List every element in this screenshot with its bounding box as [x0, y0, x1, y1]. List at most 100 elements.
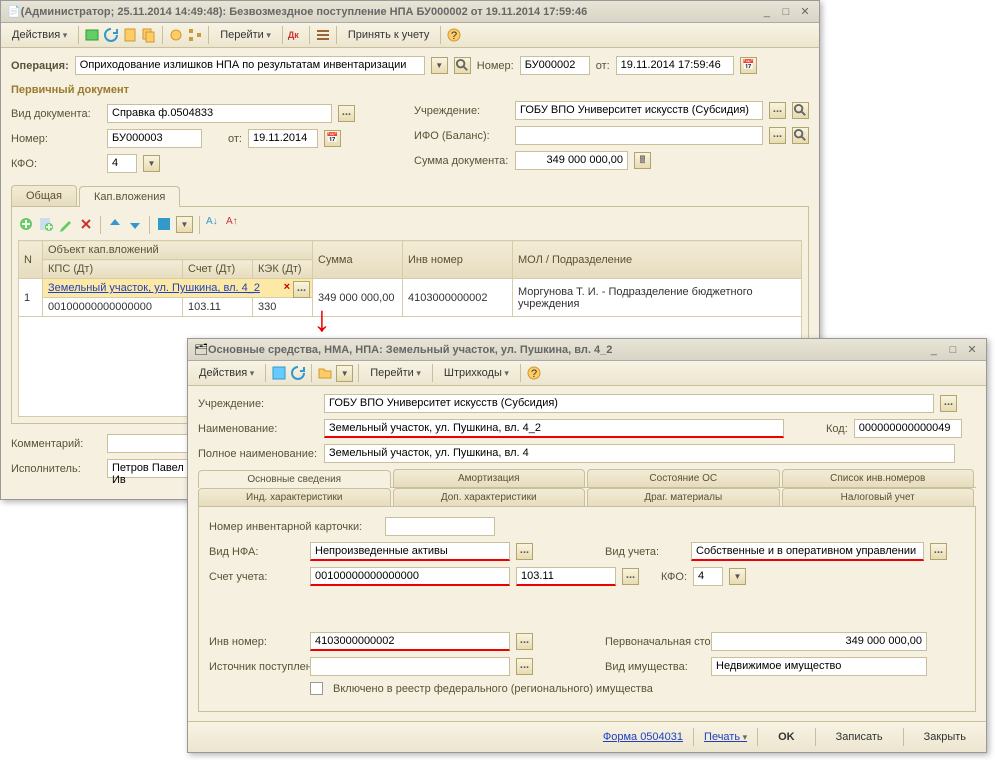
tab-general[interactable]: Общая	[11, 185, 77, 206]
comment-field[interactable]	[107, 434, 192, 453]
ifo-field[interactable]	[515, 126, 763, 145]
doc-icon[interactable]	[122, 27, 138, 43]
card-field[interactable]	[385, 517, 495, 536]
exec-field[interactable]: Петров Павел Ив	[107, 459, 192, 478]
close-button[interactable]: Закрыть	[914, 729, 976, 745]
goto2-menu[interactable]: Перейти	[364, 365, 427, 381]
src-field[interactable]	[310, 657, 510, 676]
operation-dropdown-icon[interactable]: ▼	[431, 57, 448, 74]
cell-object[interactable]: Земельный участок, ул. Пушкина, вл. 4_2 …	[43, 279, 313, 298]
save-button[interactable]: Записать	[826, 729, 893, 745]
prop-field[interactable]: Недвижимое имущество	[711, 657, 927, 676]
dk-icon[interactable]: Дк	[288, 27, 304, 43]
tab-capital[interactable]: Кап.вложения	[79, 186, 180, 207]
object-lookup-icon[interactable]: ...	[293, 281, 310, 298]
barcodes-menu[interactable]: Штрихкоды	[438, 365, 515, 381]
date-field[interactable]: 19.11.2014 17:59:46	[616, 56, 734, 75]
refresh2-icon[interactable]	[290, 365, 306, 381]
org-search-icon[interactable]	[792, 102, 809, 119]
doc-type-lookup-icon[interactable]: ...	[338, 105, 355, 122]
list-icon[interactable]	[315, 27, 331, 43]
kfo2-field[interactable]: 4	[693, 567, 723, 586]
code-field[interactable]: 000000000000049	[854, 419, 962, 438]
titlebar2[interactable]: 🗂 Основные средства, НМА, НПА: Земельный…	[188, 339, 986, 361]
tab-invlist[interactable]: Список инв.номеров	[782, 469, 975, 487]
form-link[interactable]: Форма 0504031	[603, 731, 683, 743]
tree-icon[interactable]	[187, 27, 203, 43]
close-icon[interactable]: ✕	[797, 5, 813, 18]
col-mol[interactable]: МОЛ / Подразделение	[513, 241, 802, 279]
acct-type-field[interactable]: Собственные и в оперативном управлении	[691, 542, 924, 561]
acct-type-lookup-icon[interactable]: ...	[930, 543, 947, 560]
cost-field[interactable]: 349 000 000,00	[711, 632, 927, 651]
number-field[interactable]: БУ000002	[520, 56, 590, 75]
folder-dropdown-icon[interactable]: ▼	[336, 365, 353, 382]
sort-desc-icon[interactable]: A↑	[226, 216, 242, 232]
save-icon[interactable]	[271, 365, 287, 381]
object-clear-icon[interactable]: ×	[284, 281, 290, 293]
name-field[interactable]: Земельный участок, ул. Пушкина, вл. 4_2	[324, 419, 784, 438]
actions-menu[interactable]: Действия	[6, 27, 73, 43]
disk-dropdown-icon[interactable]: ▼	[176, 216, 193, 233]
org-field[interactable]: ГОБУ ВПО Университет искусств (Субсидия)	[515, 101, 763, 120]
tab-amort[interactable]: Амортизация	[393, 469, 586, 487]
inv-lookup-icon[interactable]: ...	[516, 633, 533, 650]
add2-icon[interactable]	[38, 216, 54, 232]
acct-field1[interactable]: 00100000000000000	[310, 567, 510, 586]
acct-lookup-icon[interactable]: ...	[622, 568, 639, 585]
nfa-field[interactable]: Непроизведенные активы	[310, 542, 510, 561]
ifo-lookup-icon[interactable]: ...	[769, 127, 786, 144]
help-icon[interactable]: ?	[446, 27, 462, 43]
folder-icon[interactable]	[317, 365, 333, 381]
doc-type-field[interactable]: Справка ф.0504833	[107, 104, 332, 123]
calendar2-icon[interactable]: 📅	[324, 130, 341, 147]
accept-button[interactable]: Принять к учету	[342, 27, 436, 43]
post-icon[interactable]	[84, 27, 100, 43]
settings-icon[interactable]	[168, 27, 184, 43]
calc-icon[interactable]: 🖩	[634, 152, 651, 169]
org2-lookup-icon[interactable]: ...	[940, 395, 957, 412]
kfo2-dropdown-icon[interactable]: ▼	[729, 568, 746, 585]
src-lookup-icon[interactable]: ...	[516, 658, 533, 675]
registry-checkbox[interactable]	[310, 682, 323, 695]
tab-dop[interactable]: Доп. характеристики	[393, 488, 586, 506]
tab-ind[interactable]: Инд. характеристики	[198, 488, 391, 506]
ifo-search-icon[interactable]	[792, 127, 809, 144]
delete-icon[interactable]	[78, 216, 94, 232]
tab-tax[interactable]: Налоговый учет	[782, 488, 975, 506]
acct-field2[interactable]: 103.11	[516, 567, 616, 586]
edit-icon[interactable]	[58, 216, 74, 232]
ok-button[interactable]: OK	[768, 729, 805, 745]
col-kek[interactable]: КЭК (Дт)	[253, 260, 313, 279]
col-n[interactable]: N	[19, 241, 43, 279]
operation-lookup-icon[interactable]	[454, 57, 471, 74]
nfa-lookup-icon[interactable]: ...	[516, 543, 533, 560]
kfo-field[interactable]: 4	[107, 154, 137, 173]
print-link[interactable]: Печать	[704, 731, 747, 743]
col-object[interactable]: Объект кап.вложений	[43, 241, 313, 260]
up-icon[interactable]	[107, 216, 123, 232]
col-sum[interactable]: Сумма	[313, 241, 403, 279]
add-icon[interactable]	[18, 216, 34, 232]
disk-icon[interactable]	[156, 216, 172, 232]
org2-field[interactable]: ГОБУ ВПО Университет искусств (Субсидия)	[324, 394, 934, 413]
num2-field[interactable]: БУ000003	[107, 129, 202, 148]
org-lookup-icon[interactable]: ...	[769, 102, 786, 119]
object-link[interactable]: Земельный участок, ул. Пушкина, вл. 4_2	[48, 282, 260, 294]
kfo-dropdown-icon[interactable]: ▼	[143, 155, 160, 172]
actions2-menu[interactable]: Действия	[193, 365, 260, 381]
help2-icon[interactable]: ?	[526, 365, 542, 381]
minimize-icon[interactable]: _	[759, 6, 775, 18]
maximize-icon[interactable]: □	[945, 344, 961, 356]
col-inv[interactable]: Инв номер	[403, 241, 513, 279]
maximize-icon[interactable]: □	[778, 6, 794, 18]
down-icon[interactable]	[127, 216, 143, 232]
col-kps[interactable]: КПС (Дт)	[43, 260, 183, 279]
tab-main[interactable]: Основные сведения	[198, 470, 391, 488]
sort-asc-icon[interactable]: A↓	[206, 216, 222, 232]
inv-field[interactable]: 4103000000002	[310, 632, 510, 651]
minimize-icon[interactable]: _	[926, 344, 942, 356]
tab-state[interactable]: Состояние ОС	[587, 469, 780, 487]
tab-drag[interactable]: Драг. материалы	[587, 488, 780, 506]
goto-menu[interactable]: Перейти	[214, 27, 277, 43]
